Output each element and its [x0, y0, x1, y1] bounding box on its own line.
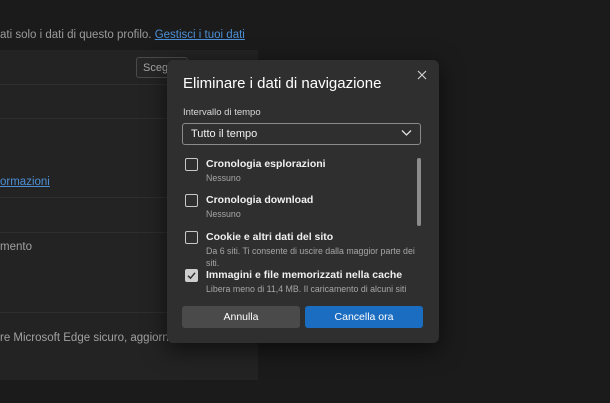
profile-data-text-label: ati solo i dati di questo profilo.: [0, 29, 152, 41]
clear-now-button[interactable]: Cancella ora: [305, 306, 423, 328]
option-description: Nessuno: [206, 209, 241, 219]
setting-label: mento: [0, 241, 32, 253]
browsing-history-checkbox[interactable]: [185, 158, 198, 171]
option-description: Da 6 siti. Ti consente di uscire dalla m…: [206, 246, 415, 268]
cached-images-checkbox[interactable]: [185, 269, 198, 282]
info-link[interactable]: ormazioni: [0, 176, 50, 188]
option-title: Cronologia download: [206, 194, 314, 206]
chevron-down-icon: [401, 130, 412, 136]
checkmark-icon: [187, 272, 196, 280]
list-scrollbar[interactable]: [417, 158, 421, 226]
option-title: Cookie e altri dati del sito: [206, 231, 334, 243]
manage-data-link[interactable]: Gestisci i tuoi dati: [155, 29, 245, 41]
option-title: Immagini e file memorizzati nella cache: [206, 269, 403, 281]
option-description: Libera meno di 11,4 MB. Il caricamento d…: [206, 284, 407, 294]
close-button[interactable]: [413, 66, 431, 84]
download-history-checkbox[interactable]: [185, 194, 198, 207]
profile-data-text: ati solo i dati di questo profilo. Gesti…: [0, 29, 245, 41]
time-range-label: Intervallo di tempo: [183, 107, 261, 118]
dialog-title: Eliminare i dati di navigazione: [183, 75, 382, 92]
close-icon: [417, 70, 427, 80]
setting-label: re Microsoft Edge sicuro, aggiornato: [0, 332, 185, 344]
option-title: Cronologia esplorazioni: [206, 158, 326, 170]
cancel-button[interactable]: Annulla: [182, 306, 300, 328]
time-range-value: Tutto il tempo: [191, 128, 258, 140]
data-type-list[interactable]: Cronologia esplorazioni Nessuno Cronolog…: [183, 155, 417, 295]
option-description: Nessuno: [206, 173, 241, 183]
time-range-select[interactable]: Tutto il tempo: [182, 123, 421, 145]
clear-browsing-data-dialog: Eliminare i dati di navigazione Interval…: [167, 60, 439, 343]
cookies-checkbox[interactable]: [185, 231, 198, 244]
